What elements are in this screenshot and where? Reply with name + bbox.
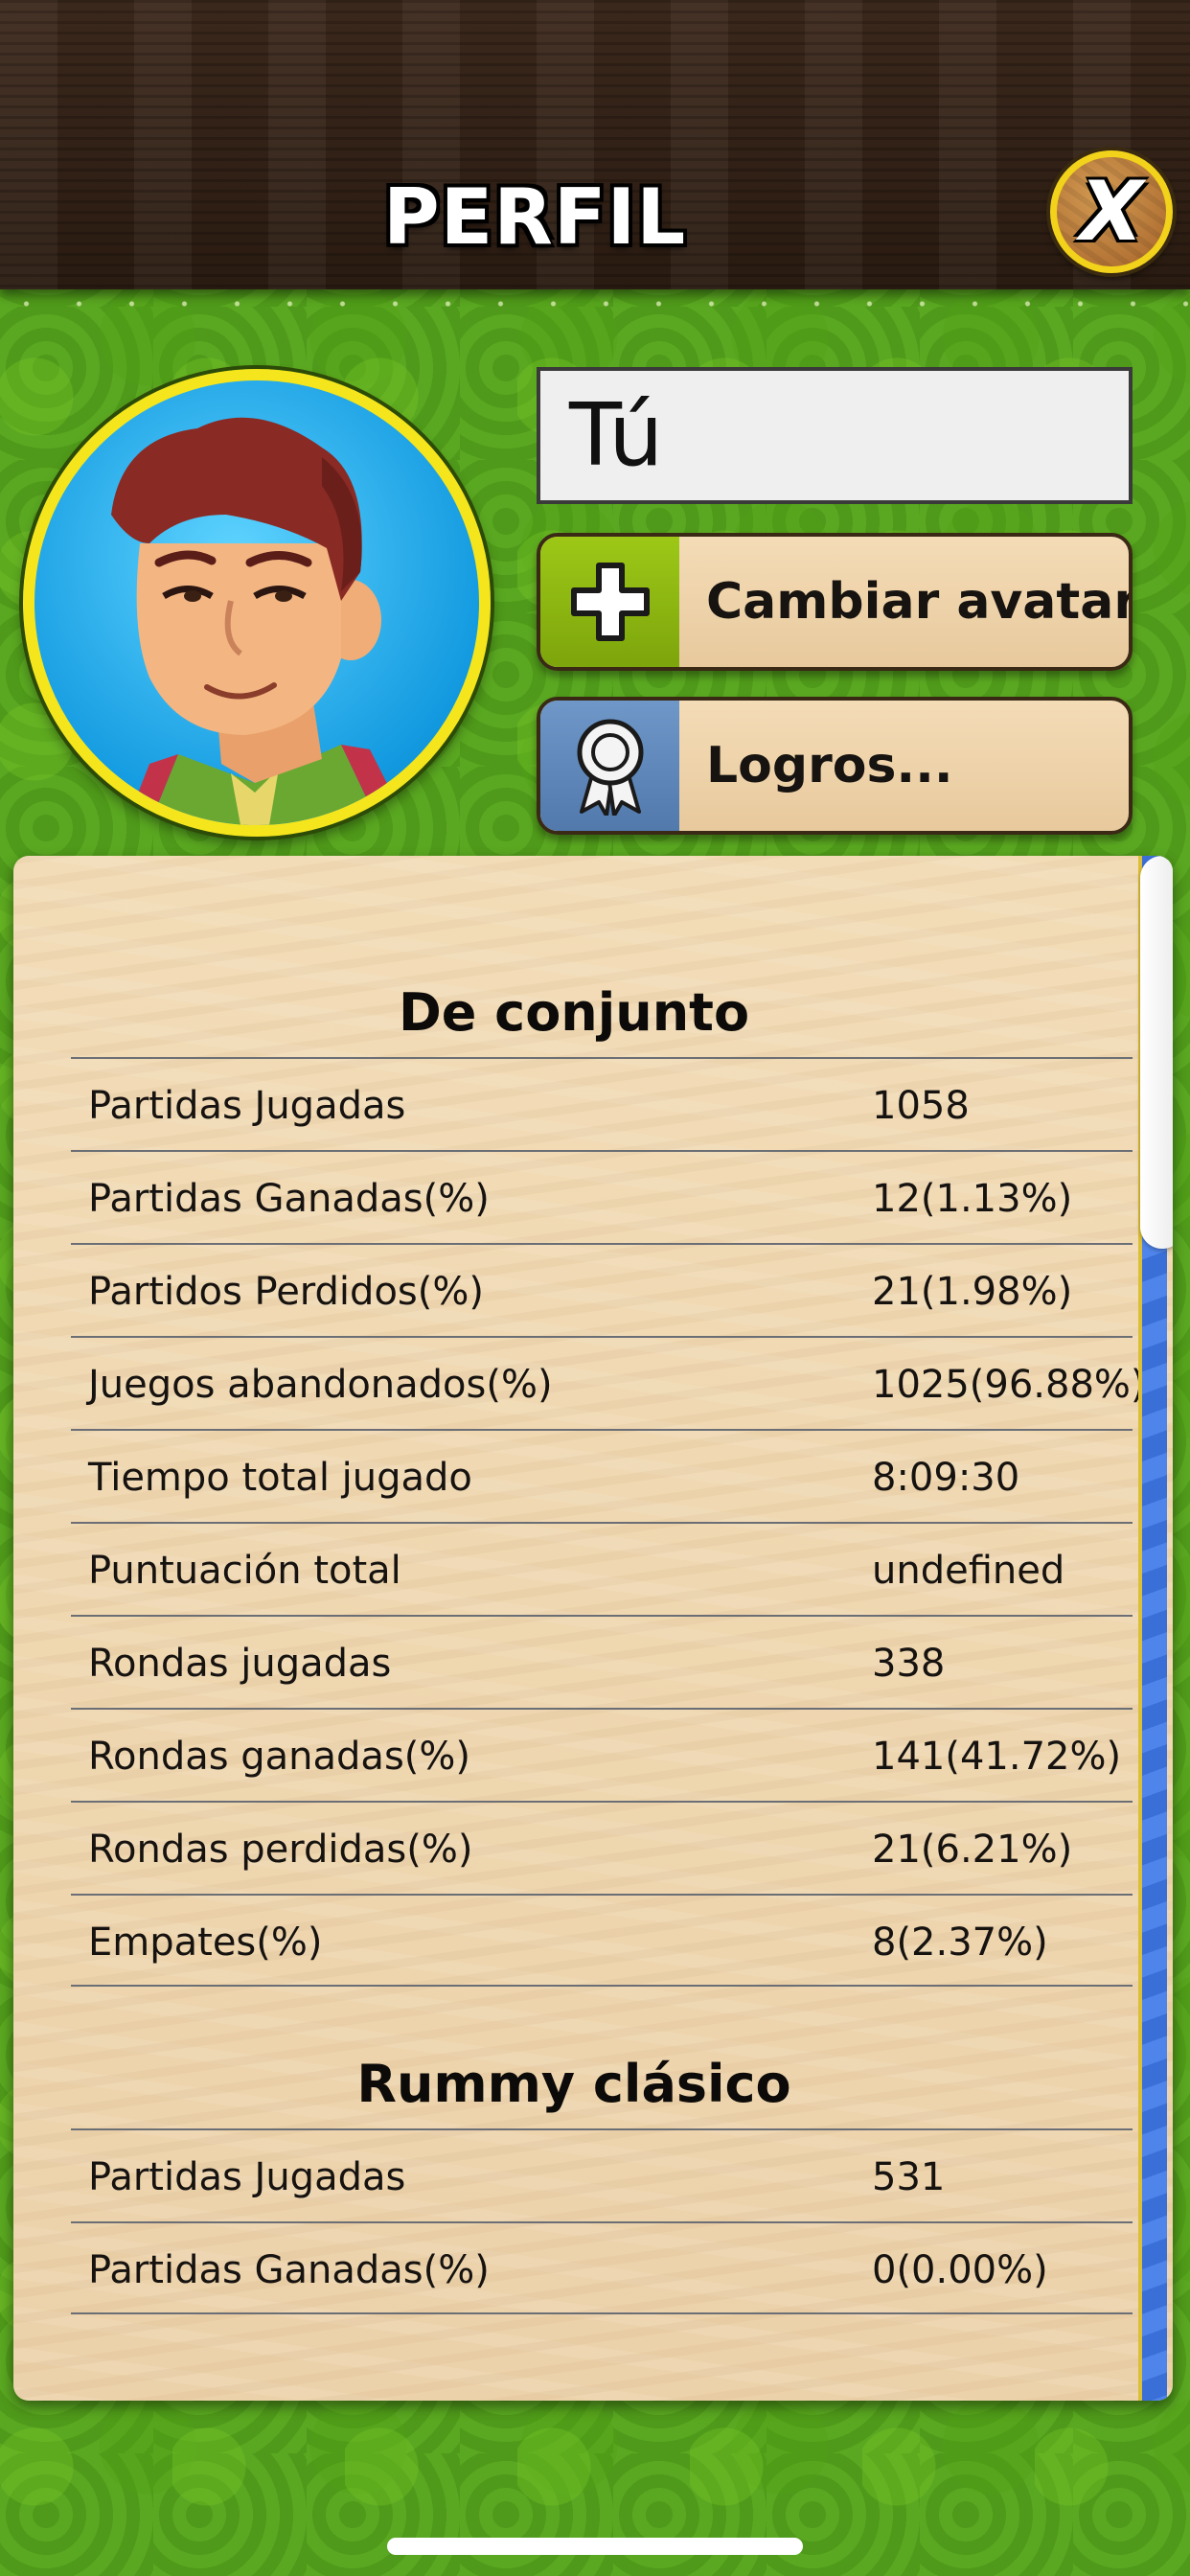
stat-label: Partidos Perdidos(%) <box>88 1270 484 1314</box>
stat-label: Partidas Ganadas(%) <box>88 2248 490 2292</box>
section-title: De conjunto <box>398 982 750 1043</box>
stat-label: Tiempo total jugado <box>88 1456 472 1500</box>
stat-row: Rondas jugadas 338 <box>71 1615 1133 1708</box>
plus-icon <box>570 563 650 641</box>
stat-label: Empates(%) <box>88 1920 323 1965</box>
page-title: PERFIL <box>383 172 687 262</box>
achievements-icon-cell <box>540 701 679 831</box>
player-name-field[interactable]: Tú <box>537 367 1133 504</box>
change-avatar-label: Cambiar avatar... <box>706 573 1132 631</box>
stat-label: Partidas Ganadas(%) <box>88 1177 490 1221</box>
stat-row: Puntuación total undefined <box>71 1522 1133 1615</box>
decorative-sparkles <box>0 289 1190 328</box>
close-icon: X <box>1079 164 1144 260</box>
home-indicator[interactable] <box>387 2538 803 2555</box>
stat-label: Juegos abandonados(%) <box>88 1363 553 1407</box>
stat-label: Rondas jugadas <box>88 1642 392 1686</box>
stat-row: Rondas perdidas(%) 21(6.21%) <box>71 1801 1133 1894</box>
stat-row: Partidas Ganadas(%) 0(0.00%) <box>71 2221 1133 2314</box>
stat-row: Rondas ganadas(%) 141(41.72%) <box>71 1708 1133 1801</box>
stat-value: 0(0.00%) <box>872 2248 1048 2292</box>
stat-value: 21(6.21%) <box>872 1828 1073 1872</box>
stat-value: 8(2.37%) <box>872 1920 1048 1965</box>
change-avatar-icon-cell <box>540 537 679 667</box>
stat-row: Tiempo total jugado 8:09:30 <box>71 1429 1133 1522</box>
stat-row: Partidos Perdidos(%) 21(1.98%) <box>71 1243 1133 1336</box>
stat-value: 8:09:30 <box>872 1456 1020 1500</box>
change-avatar-button[interactable]: Cambiar avatar... <box>537 533 1133 671</box>
stat-row: Partidas Jugadas 531 <box>71 2128 1133 2221</box>
stats-panel[interactable]: De conjunto Partidas Jugadas 1058 Partid… <box>13 856 1173 2401</box>
achievements-label: Logros... <box>706 737 953 794</box>
stat-value: 1058 <box>872 1084 970 1128</box>
stat-label: Partidas Jugadas <box>88 2155 406 2199</box>
scrollbar-thumb[interactable] <box>1140 856 1173 1249</box>
stat-label: Puntuación total <box>88 1549 401 1593</box>
ribbon-award-icon <box>577 719 643 816</box>
stat-value: 531 <box>872 2155 946 2199</box>
stat-row: Partidas Ganadas(%) 12(1.13%) <box>71 1150 1133 1243</box>
close-button[interactable]: X <box>1050 150 1173 273</box>
stat-value: 1025(96.88%) <box>872 1363 1146 1407</box>
section-title: Rummy clásico <box>356 2054 791 2114</box>
achievements-button[interactable]: Logros... <box>537 697 1133 835</box>
stat-value: 12(1.13%) <box>872 1177 1073 1221</box>
stat-row: Empates(%) 8(2.37%) <box>71 1894 1133 1987</box>
stat-value: 338 <box>872 1642 946 1686</box>
avatar[interactable] <box>23 369 491 837</box>
stat-label: Rondas perdidas(%) <box>88 1828 473 1872</box>
stat-row: Partidas Jugadas 1058 <box>71 1057 1133 1150</box>
stat-label: Partidas Jugadas <box>88 1084 406 1128</box>
stat-value: 21(1.98%) <box>872 1270 1073 1314</box>
boy-avatar-icon <box>111 417 408 825</box>
stat-value: 141(41.72%) <box>872 1735 1122 1779</box>
stat-label: Rondas ganadas(%) <box>88 1735 471 1779</box>
stat-row: Juegos abandonados(%) 1025(96.88%) <box>71 1336 1146 1429</box>
stat-value: undefined <box>872 1549 1065 1593</box>
header-bar: PERFIL X <box>0 0 1190 289</box>
